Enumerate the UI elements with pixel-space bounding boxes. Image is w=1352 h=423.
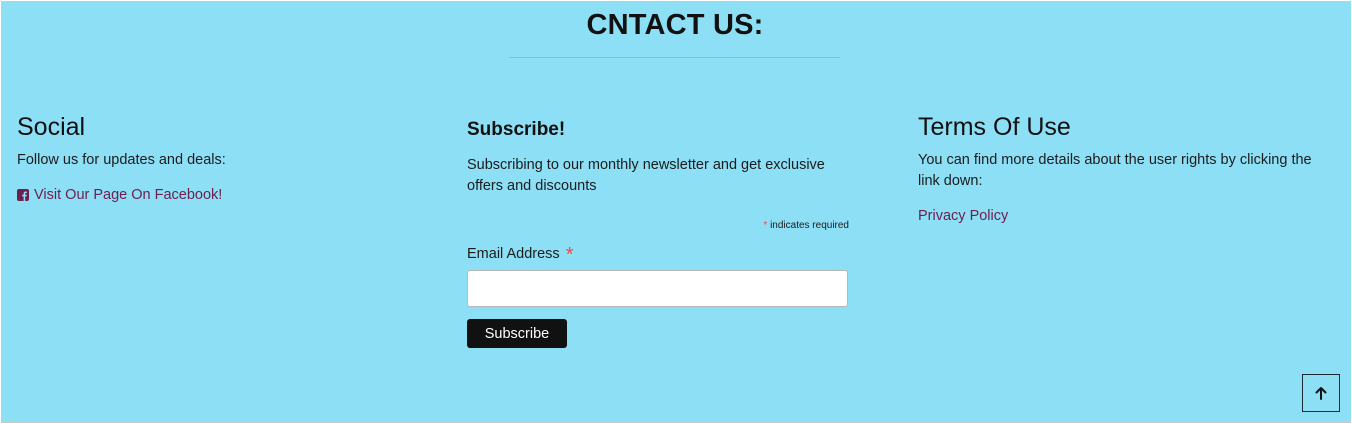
page-title: CNTACT US: — [586, 9, 764, 41]
privacy-policy-link[interactable]: Privacy Policy — [918, 208, 1008, 224]
email-label-text: Email Address — [467, 246, 560, 262]
email-required-star: * — [565, 244, 574, 266]
required-note: * indicates required — [763, 220, 849, 231]
subscribe-description: Subscribing to our monthly newsletter an… — [467, 157, 825, 194]
social-title: Social — [17, 113, 86, 141]
required-note-text: indicates required — [770, 220, 849, 231]
email-field[interactable] — [467, 270, 848, 307]
scroll-top-button[interactable] — [1302, 374, 1340, 412]
facebook-square-icon — [17, 189, 29, 201]
facebook-link-label: Visit Our Page On Facebook! — [34, 187, 223, 203]
contact-section: CNTACT US: Social Follow us for updates … — [1, 1, 1351, 423]
subscribe-title: Subscribe! — [467, 119, 566, 140]
terms-description: You can find more details about the user… — [918, 152, 1312, 189]
required-star: * — [763, 220, 768, 231]
terms-title: Terms Of Use — [918, 113, 1071, 141]
heading-divider — [509, 57, 840, 58]
subscribe-button[interactable]: Subscribe — [467, 319, 567, 348]
email-label: Email Address * — [467, 244, 574, 267]
facebook-link[interactable]: Visit Our Page On Facebook! — [17, 187, 222, 203]
social-description: Follow us for updates and deals: — [17, 152, 226, 168]
arrow-up-icon — [1315, 387, 1327, 400]
